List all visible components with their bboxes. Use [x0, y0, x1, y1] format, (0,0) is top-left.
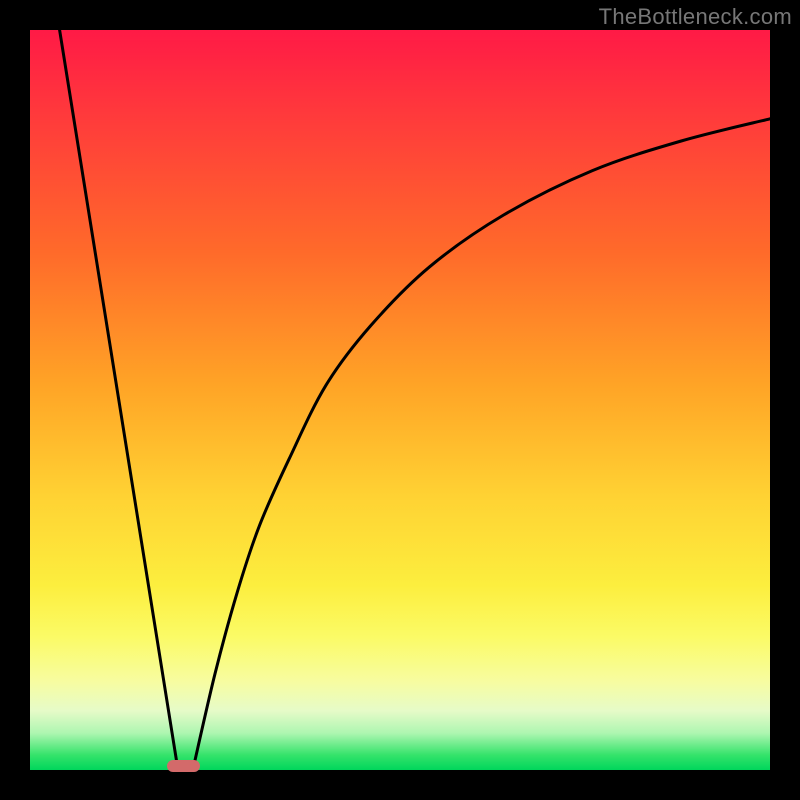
watermark-text: TheBottleneck.com — [599, 4, 792, 30]
optimal-range-marker — [167, 760, 200, 772]
curve-right-arm — [193, 119, 770, 770]
curve-left-arm — [60, 30, 178, 770]
chart-stage: TheBottleneck.com — [0, 0, 800, 800]
plot-area — [30, 30, 770, 770]
curve-layer — [30, 30, 770, 770]
